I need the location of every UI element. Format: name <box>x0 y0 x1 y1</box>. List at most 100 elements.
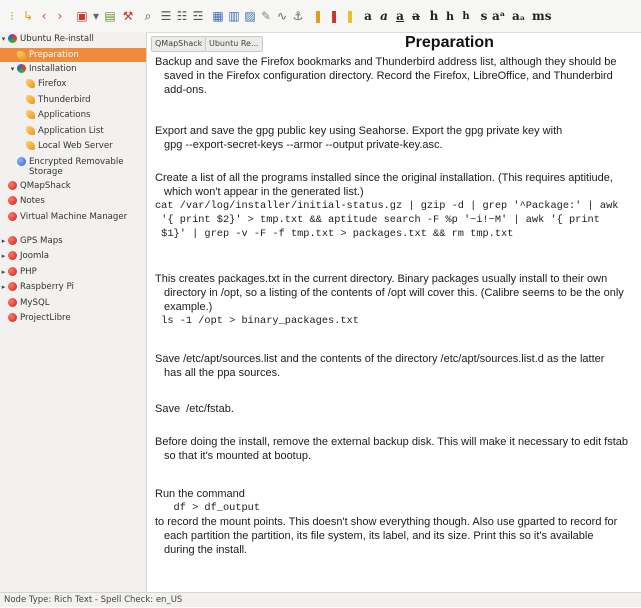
text-line: Export and save the gpg public key using… <box>155 125 563 137</box>
tree-node-applications[interactable]: Applications <box>0 110 146 120</box>
tab-ubuntu-reinstall[interactable]: Ubuntu Re... <box>205 36 263 52</box>
subscript-button[interactable]: aₐ <box>512 8 525 24</box>
heading2-button[interactable]: h <box>444 8 456 24</box>
background-color-icon[interactable]: ❚ <box>328 8 340 24</box>
monospace-button[interactable]: ms <box>532 8 551 24</box>
insert-table-icon[interactable]: ▦ <box>212 8 224 24</box>
paragraph: This creates packages.txt in the current… <box>155 272 638 328</box>
node-icon <box>8 211 17 221</box>
tree-node-ubuntu-re-install[interactable]: ▾ Ubuntu Re-install <box>0 34 146 44</box>
node-icon <box>17 63 26 73</box>
node-icon <box>8 266 17 276</box>
insert-anchor-icon[interactable]: ⚓ <box>292 8 304 24</box>
todo-list-icon[interactable]: ☲ <box>192 8 204 24</box>
expander-right-icon[interactable]: ▸ <box>0 251 7 261</box>
strikethrough-button[interactable]: a <box>410 8 422 24</box>
tree-node-firefox[interactable]: Firefox <box>0 79 146 89</box>
text-line: This creates packages.txt in the current… <box>155 273 608 285</box>
tree-node-label: Applications <box>38 110 91 120</box>
node-icon <box>8 235 17 245</box>
tools-icon[interactable]: ⚒ <box>122 8 134 24</box>
go-back-icon[interactable]: ‹ <box>38 8 50 24</box>
text-line: Before doing the install, remove the ext… <box>155 436 629 448</box>
expander-right-icon[interactable]: ▸ <box>0 236 7 246</box>
paragraph: Run the command df > df_output to record … <box>155 487 638 557</box>
italic-button[interactable]: a <box>378 8 390 24</box>
tree-node-label: Notes <box>20 196 45 206</box>
tree-node-mysql[interactable]: MySQL <box>0 297 146 308</box>
numbered-list-icon[interactable]: ☷ <box>176 8 188 24</box>
tree-node-virtual-machine-manager[interactable]: Virtual Machine Manager <box>0 211 146 222</box>
insert-image-icon[interactable]: ▨ <box>244 8 256 24</box>
add-subnode-icon[interactable]: ↳ <box>22 8 34 24</box>
insert-link-icon[interactable]: ∿ <box>276 8 288 24</box>
tree-node-label: Joomla <box>20 251 50 261</box>
status-bar: Node Type: Rich Text - Spell Check: en_U… <box>0 592 641 607</box>
expander-down-icon[interactable]: ▾ <box>9 64 16 74</box>
tree-node-projectlibre[interactable]: ProjectLibre <box>0 313 146 323</box>
node-icon <box>17 50 26 60</box>
node-tabs: QMapShack Ubuntu Re... Preparation <box>147 32 641 52</box>
editor-pane: QMapShack Ubuntu Re... Preparation Backu… <box>147 32 641 592</box>
export-icon[interactable]: ▤ <box>104 8 116 24</box>
expander-right-icon[interactable]: ▸ <box>0 282 7 292</box>
paragraph: Save /etc/fstab. <box>155 402 638 416</box>
node-icon <box>8 313 17 322</box>
bold-button[interactable]: a <box>362 8 374 24</box>
heading3-button[interactable]: h <box>460 8 472 24</box>
tree-node-label: Preparation <box>29 50 79 60</box>
tree-node-encrypted-removable-storage[interactable]: Encrypted Removable Storage <box>0 156 146 177</box>
insert-file-icon[interactable]: ✎ <box>260 8 272 24</box>
tree-node-label: PHP <box>20 266 37 277</box>
code-line: $1}' | grep -v -F -f tmp.txt > packages.… <box>155 228 514 240</box>
expander-right-icon[interactable]: ▸ <box>0 267 7 277</box>
insert-codebox-icon[interactable]: ▥ <box>228 8 240 24</box>
small-button[interactable]: s <box>478 8 490 24</box>
tree-node-raspberry-pi[interactable]: ▸ Raspberry Pi <box>0 282 146 292</box>
expander-down-icon[interactable]: ▾ <box>0 34 7 44</box>
text-line: Create a list of all the programs instal… <box>155 172 613 184</box>
tree-node-preparation[interactable]: Preparation <box>0 48 146 62</box>
go-forward-icon[interactable]: › <box>54 8 66 24</box>
node-icon <box>26 141 35 150</box>
node-icon <box>26 79 35 88</box>
page-title: Preparation <box>405 34 494 51</box>
text-line: Run the command <box>155 488 245 500</box>
code-line: ls -1 /opt > binary_packages.txt <box>155 315 359 327</box>
bulleted-list-icon[interactable]: ☰ <box>160 8 172 24</box>
tree-node-label: Raspberry Pi <box>20 282 74 292</box>
tree-node-installation[interactable]: ▾ Installation <box>0 63 146 74</box>
tree-node-joomla[interactable]: ▸ Joomla <box>0 251 146 261</box>
tree-node-label: Installation <box>29 63 77 74</box>
text-color-icon[interactable]: ❚ <box>312 8 324 24</box>
text-line: gpg --export-secret-keys --armor --outpu… <box>164 139 443 151</box>
underline-button[interactable]: a <box>394 8 406 24</box>
save-dropdown-icon[interactable]: ▾ <box>90 8 102 24</box>
text-line: which won't appear in the generated list… <box>164 186 364 198</box>
tree-node-label: Local Web Server <box>38 141 113 151</box>
tree-node-label: Virtual Machine Manager <box>20 211 128 222</box>
node-icon <box>8 251 17 260</box>
tree-node-qmapshack[interactable]: QMapShack <box>0 180 146 191</box>
heading1-button[interactable]: h <box>428 8 440 24</box>
tree-node-local-web-server[interactable]: Local Web Server <box>0 141 146 151</box>
add-node-icon[interactable]: ⁝ <box>6 8 18 24</box>
text-line: so that it's mounted at bootup. <box>164 450 312 462</box>
superscript-button[interactable]: aᵃ <box>492 8 505 24</box>
tab-qmapshack[interactable]: QMapShack <box>151 36 207 52</box>
text-line: saved in the Firefox configuration direc… <box>164 70 613 82</box>
tree-node-application-list[interactable]: Application List <box>0 125 146 136</box>
highlight-icon[interactable]: ❚ <box>344 8 356 24</box>
search-icon[interactable]: ⌕ <box>142 8 154 24</box>
tree-node-gps-maps[interactable]: ▸ GPS Maps <box>0 235 146 246</box>
tree-node-thunderbird[interactable]: Thunderbird <box>0 94 146 105</box>
text-line: each partition the partition, its file s… <box>164 530 594 542</box>
text-line: example.) <box>164 301 213 313</box>
tree-node-php[interactable]: ▸ PHP <box>0 266 146 277</box>
tree-node-notes[interactable]: Notes <box>0 196 146 206</box>
tree-node-label: Firefox <box>38 79 67 89</box>
node-icon <box>8 297 17 307</box>
save-icon[interactable]: ▣ <box>76 8 88 24</box>
paragraph: Export and save the gpg public key using… <box>155 124 638 152</box>
text-line: to record the mount points. This doesn't… <box>155 516 618 528</box>
